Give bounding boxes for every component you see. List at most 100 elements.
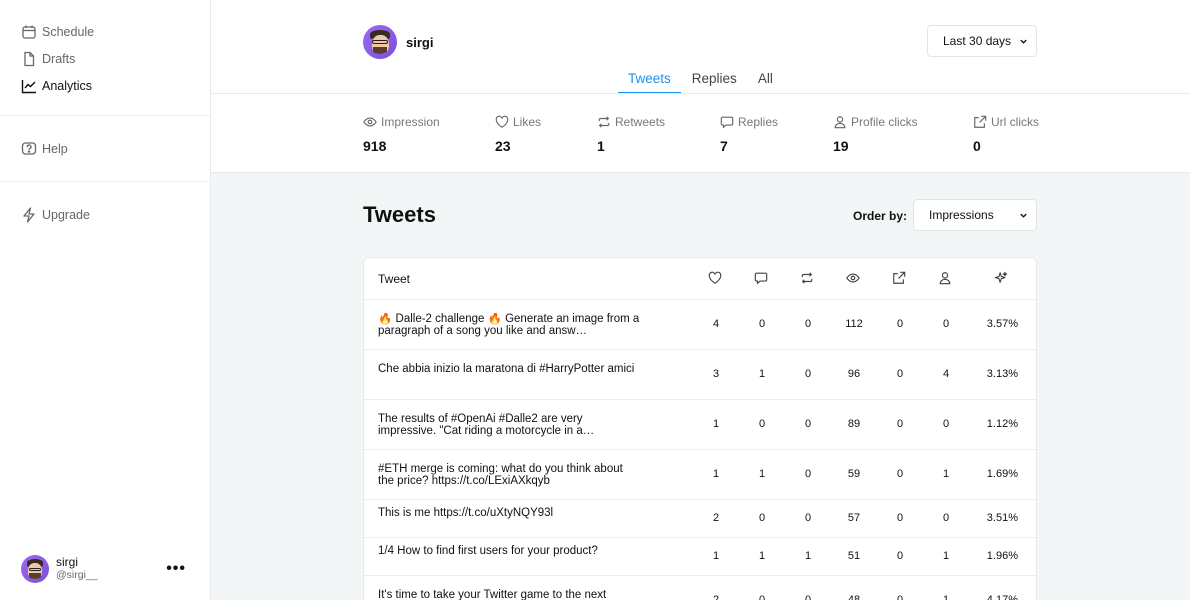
cell-url: 0: [896, 418, 904, 430]
cell-engagement-rate: 1.96%: [986, 550, 1018, 562]
chevron-down-icon: [1020, 213, 1027, 218]
tab-all[interactable]: All: [748, 71, 783, 94]
chart-line-icon: [21, 79, 36, 93]
cell-engagement-rate: 1.12%: [986, 418, 1018, 430]
stat-label: Impression: [381, 115, 440, 129]
tweet-text: #ETH merge is coming: what do you think …: [378, 463, 623, 487]
cell-profile: 1: [942, 468, 950, 480]
cell-profile: 0: [942, 512, 950, 524]
stat-value: 918: [363, 138, 387, 154]
cell-replies: 0: [758, 318, 766, 330]
table-row[interactable]: #ETH merge is coming: what do you think …: [364, 450, 1036, 500]
analytics-header: sirgi Last 30 days Tweets Replies All Im…: [211, 0, 1190, 173]
sidebar-item-label: Schedule: [42, 24, 95, 39]
cell-retweets: 0: [804, 468, 812, 480]
cell-impressions: 96: [847, 368, 861, 380]
heart-icon: [495, 115, 509, 128]
avatar: [21, 555, 49, 583]
cell-replies: 0: [758, 594, 766, 600]
cell-likes: 1: [712, 468, 720, 480]
cell-replies: 1: [758, 368, 766, 380]
stat-value: 7: [720, 138, 728, 154]
cell-likes: 2: [712, 594, 720, 600]
sidebar-item-label: Help: [42, 141, 68, 156]
stat-value: 19: [833, 138, 849, 154]
stat-impressions: Impression 918: [363, 115, 440, 154]
tweet-text: 1/4 How to find first users for your pro…: [378, 545, 598, 557]
table-row[interactable]: 🔥 Dalle-2 challenge 🔥 Generate an image …: [364, 300, 1036, 350]
date-range-select[interactable]: Last 30 days: [927, 25, 1037, 57]
stat-label: Likes: [513, 115, 542, 129]
cell-engagement-rate: 4.17%: [986, 594, 1018, 600]
cell-engagement-rate: 3.57%: [986, 318, 1018, 330]
table-row[interactable]: Che abbia inizio la maratona di #HarryPo…: [364, 350, 1036, 400]
table-row[interactable]: This is me https://t.co/uXtyNQY93l 2 0 0 57 0…: [364, 500, 1036, 538]
cell-url: 0: [896, 550, 904, 562]
cell-replies: 0: [758, 418, 766, 430]
more-options-button[interactable]: •••: [166, 560, 186, 578]
stat-value: 1: [597, 138, 605, 154]
eye-icon[interactable]: [846, 271, 862, 287]
cell-likes: 1: [712, 418, 720, 430]
date-range-value: Last 30 days: [943, 34, 1012, 48]
cell-url: 0: [896, 594, 904, 600]
cell-impressions: 48: [847, 594, 861, 600]
user-icon[interactable]: [938, 271, 954, 287]
stat-label: Retweets: [615, 115, 666, 129]
cell-retweets: 0: [804, 318, 812, 330]
sparkle-icon[interactable]: [994, 271, 1010, 287]
cell-impressions: 51: [847, 550, 861, 562]
order-by-label: Order by:: [853, 209, 908, 223]
user-icon: [834, 116, 846, 129]
cell-likes: 3: [712, 368, 720, 380]
lightning-icon: [23, 206, 35, 223]
sidebar-item-schedule[interactable]: Schedule: [21, 18, 210, 45]
document-icon: [24, 51, 35, 66]
sidebar-item-label: Drafts: [42, 51, 76, 66]
table-row[interactable]: 1/4 How to find first users for your pro…: [364, 538, 1036, 576]
sidebar-item-label: Analytics: [42, 78, 93, 93]
cell-retweets: 0: [804, 418, 812, 430]
tweets-title: Tweets: [363, 202, 436, 227]
reply-icon[interactable]: [754, 271, 770, 287]
table-body: 🔥 Dalle-2 challenge 🔥 Generate an image …: [364, 300, 1036, 600]
cell-engagement-rate: 3.13%: [986, 368, 1018, 380]
cell-engagement-rate: 3.51%: [986, 512, 1018, 524]
table-header: Tweet: [364, 258, 1036, 300]
cell-impressions: 89: [847, 418, 861, 430]
reply-icon: [720, 116, 734, 129]
user-footer[interactable]: sirgi @sirgi__ •••: [21, 555, 186, 583]
cell-impressions: 59: [847, 468, 861, 480]
cell-retweets: 1: [804, 550, 812, 562]
cell-url: 0: [896, 368, 904, 380]
chevron-down-icon: [1020, 39, 1027, 44]
profile: sirgi: [363, 25, 433, 59]
stat-value: 0: [973, 138, 981, 154]
tweet-text: It's time to take your Twitter game to t…: [378, 589, 607, 600]
tab-replies[interactable]: Replies: [682, 71, 747, 94]
order-by-select[interactable]: Impressions: [913, 199, 1037, 231]
cell-retweets: 0: [804, 512, 812, 524]
retweet-icon[interactable]: [800, 271, 816, 287]
stat-profile-clicks: Profile clicks 19: [833, 115, 918, 154]
sidebar-item-analytics[interactable]: Analytics: [21, 72, 210, 99]
sidebar-item-help[interactable]: Help: [21, 135, 210, 162]
profile-name: sirgi: [406, 34, 434, 50]
cell-retweets: 0: [804, 594, 812, 600]
table-row[interactable]: The results of #OpenAi #Dalle2 are very …: [364, 400, 1036, 450]
tab-tweets[interactable]: Tweets: [618, 71, 681, 94]
stat-label: Replies: [738, 115, 779, 129]
table-row[interactable]: It's time to take your Twitter game to t…: [364, 576, 1036, 600]
stat-label: Url clicks: [991, 115, 1039, 129]
cell-engagement-rate: 1.69%: [986, 468, 1018, 480]
cell-url: 0: [896, 468, 904, 480]
sidebar-item-drafts[interactable]: Drafts: [21, 45, 210, 72]
user-handle: @sirgi__: [56, 569, 98, 581]
heart-icon[interactable]: [708, 271, 724, 287]
cell-replies: 1: [758, 468, 766, 480]
sidebar: Schedule Drafts Analytics Help Upgrade s…: [0, 0, 211, 600]
sidebar-item-upgrade[interactable]: Upgrade: [21, 201, 210, 228]
stat-retweets: Retweets 1: [597, 115, 665, 154]
cell-profile: 0: [942, 318, 950, 330]
external-link-icon[interactable]: [892, 271, 908, 287]
